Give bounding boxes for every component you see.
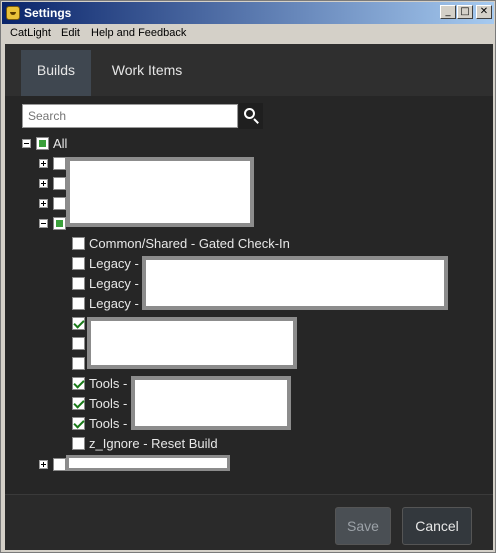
window-title: Settings (24, 6, 72, 20)
maximize-button[interactable]: □ (457, 5, 473, 19)
build-item-common-shared[interactable]: Common/Shared - Gated Check-In (72, 234, 290, 252)
cancel-button[interactable]: Cancel (402, 507, 472, 545)
group-checkbox[interactable] (53, 176, 66, 190)
tab-work-items[interactable]: Work Items (101, 50, 193, 96)
build-label: Common/Shared - Gated Check-In (89, 235, 290, 251)
build-checkbox[interactable] (72, 396, 85, 410)
menu-catlight[interactable]: CatLight (10, 27, 51, 39)
build-item-legacy[interactable]: Legacy - (72, 254, 139, 272)
build-checkbox[interactable] (72, 376, 85, 390)
build-label: z_Ignore - Reset Build (89, 435, 218, 451)
redacted-region (66, 157, 254, 227)
build-label: Tools - (89, 375, 128, 391)
build-checkbox[interactable] (72, 336, 85, 350)
build-checkbox[interactable] (72, 316, 85, 330)
group-checkbox[interactable] (53, 156, 66, 170)
build-item-legacy[interactable]: Legacy - (72, 294, 139, 312)
build-item-tools[interactable]: Tools - (72, 414, 127, 432)
menu-help-feedback[interactable]: Help and Feedback (91, 27, 186, 39)
group-checkbox[interactable] (53, 216, 66, 230)
search-input[interactable] (22, 104, 238, 128)
collapse-icon[interactable] (22, 138, 31, 148)
build-label: Tools - (89, 415, 128, 431)
title-bar[interactable]: Settings _ □ ✕ (2, 2, 494, 24)
redacted-region (87, 317, 297, 369)
tab-builds[interactable]: Builds (21, 50, 91, 96)
build-checkbox[interactable] (72, 436, 85, 450)
menu-bar: CatLight Edit Help and Feedback (2, 24, 494, 44)
search-button[interactable] (239, 103, 263, 129)
footer-bar: Save Cancel (5, 494, 493, 550)
collapse-icon[interactable] (39, 218, 48, 228)
tree-root-all[interactable]: All (22, 134, 67, 152)
checkbox-all[interactable] (36, 136, 49, 150)
redacted-region (131, 376, 291, 430)
search-icon (244, 108, 255, 119)
build-item-tools[interactable]: Tools - (72, 394, 127, 412)
redacted-region (66, 455, 230, 471)
build-checkbox[interactable] (72, 236, 85, 250)
build-label: Tools - (89, 395, 128, 411)
expand-icon[interactable] (39, 198, 48, 208)
expand-icon[interactable] (39, 459, 48, 469)
build-checkbox[interactable] (72, 256, 85, 270)
expand-icon[interactable] (39, 158, 48, 168)
tree-root-label: All (53, 135, 68, 151)
expand-icon[interactable] (39, 178, 48, 188)
build-item-tools[interactable]: Tools - (72, 374, 127, 392)
close-button[interactable]: ✕ (476, 5, 492, 19)
build-checkbox[interactable] (72, 356, 85, 370)
settings-content: Builds Work Items All (5, 44, 493, 494)
save-button[interactable]: Save (335, 507, 391, 545)
redacted-region (142, 256, 448, 310)
build-label: Legacy - (89, 255, 139, 271)
build-checkbox[interactable] (72, 416, 85, 430)
build-item-z-ignore[interactable]: z_Ignore - Reset Build (72, 434, 218, 452)
settings-window: Settings _ □ ✕ CatLight Edit Help and Fe… (0, 0, 496, 553)
group-checkbox[interactable] (53, 457, 66, 471)
menu-edit[interactable]: Edit (61, 27, 80, 39)
build-checkbox[interactable] (72, 296, 85, 310)
minimize-button[interactable]: _ (440, 5, 456, 19)
tab-bar: Builds Work Items (5, 44, 493, 96)
build-item-legacy[interactable]: Legacy - (72, 274, 139, 292)
build-label: Legacy - (89, 295, 139, 311)
build-checkbox[interactable] (72, 276, 85, 290)
build-label: Legacy - (89, 275, 139, 291)
catlight-app-icon (6, 6, 20, 20)
group-checkbox[interactable] (53, 196, 66, 210)
